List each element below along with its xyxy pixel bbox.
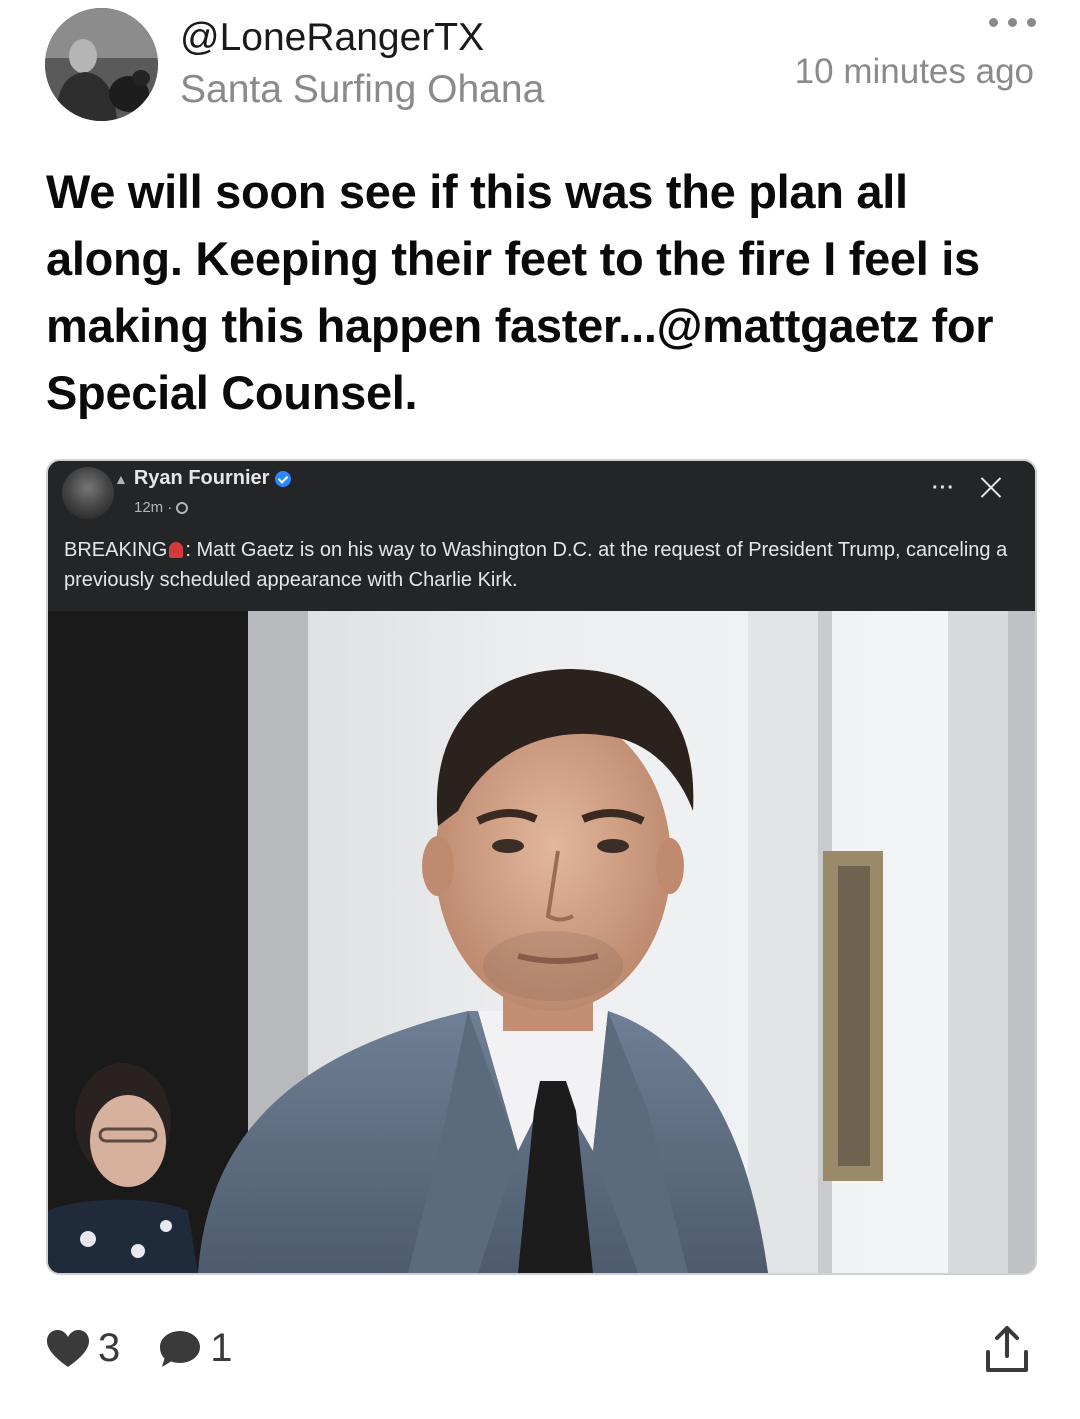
embedded-post-text: BREAKING: Matt Gaetz is on his way to Wa… [64, 535, 1014, 595]
author-avatar[interactable] [45, 8, 158, 121]
post-actions: 3 1 [46, 1326, 271, 1371]
embedded-screenshot[interactable]: ▲ Ryan Fournier 12m · ··· BREAKING: Matt… [46, 459, 1037, 1275]
post-timestamp: 10 minutes ago [794, 52, 1034, 91]
page-icon: ▲ [114, 470, 128, 487]
siren-emoji-icon [169, 542, 184, 558]
embedded-author-row: ▲ Ryan Fournier [114, 467, 292, 490]
share-icon[interactable] [984, 1324, 1030, 1374]
verified-badge-icon [275, 470, 292, 487]
like-count: 3 [98, 1326, 121, 1370]
embedded-post-age: 12m [134, 499, 164, 516]
close-icon [977, 473, 1005, 501]
like-button[interactable]: 3 [46, 1326, 120, 1371]
embedded-author-avatar [62, 467, 114, 519]
globe-icon [176, 501, 189, 514]
embedded-photo [48, 611, 1035, 1273]
breaking-label: BREAKING [64, 539, 168, 561]
post-body: We will soon see if this was the plan al… [46, 165, 994, 419]
post-page: @LoneRangerTX Santa Surfing Ohana 10 min… [0, 0, 1080, 1419]
comment-count: 1 [210, 1326, 233, 1370]
comment-button[interactable]: 1 [158, 1326, 233, 1371]
community-name[interactable]: Santa Surfing Ohana [180, 66, 544, 114]
embedded-post-meta: 12m · [134, 499, 189, 516]
heart-icon [47, 1329, 89, 1367]
more-dots-icon[interactable] [989, 18, 1036, 27]
embedded-more-dots-icon: ··· [932, 477, 955, 499]
meta-separator: · [167, 499, 173, 516]
comment-bubble-icon [160, 1330, 201, 1367]
breaking-text: : Matt Gaetz is on his way to Washington… [64, 539, 1008, 591]
embedded-post-header: ▲ Ryan Fournier 12m · ··· BREAKING: Matt… [48, 461, 1035, 611]
embedded-author-name: Ryan Fournier [133, 467, 270, 489]
author-handle[interactable]: @LoneRangerTX [180, 14, 484, 62]
